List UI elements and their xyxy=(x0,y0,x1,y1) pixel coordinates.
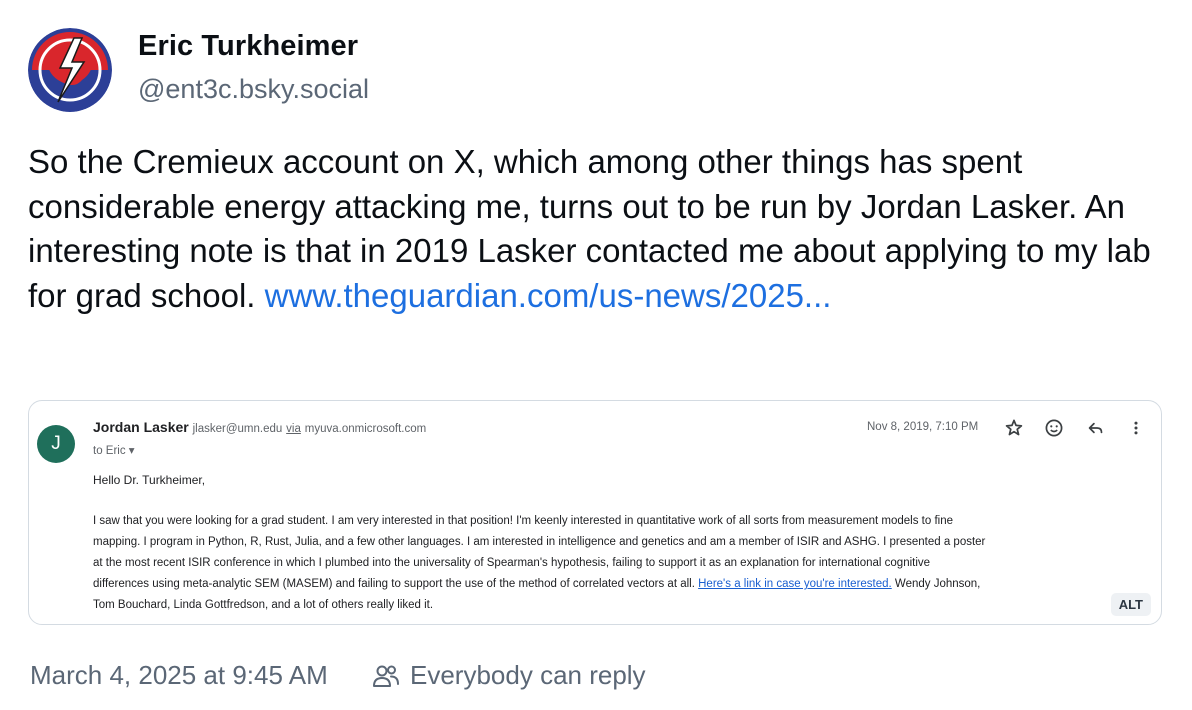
embedded-image[interactable]: J Jordan Lasker jlasker@umn.edu via myuv… xyxy=(28,400,1162,625)
email-sender-line: Jordan Lasker jlasker@umn.edu via myuva.… xyxy=(93,419,426,435)
people-icon xyxy=(373,665,399,687)
email-via-label: via xyxy=(286,423,301,435)
post-timestamp[interactable]: March 4, 2025 at 9:45 AM xyxy=(30,660,328,691)
email-body-line: Tom Bouchard, Linda Gottfredson, and a l… xyxy=(93,599,434,611)
email-body-line-text: differences using meta-analytic SEM (MAS… xyxy=(93,578,695,590)
reply-settings[interactable]: Everybody can reply xyxy=(372,660,646,691)
email-date: Nov 8, 2019, 7:10 PM xyxy=(867,421,979,433)
post-text: So the Cremieux account on X, which amon… xyxy=(28,140,1168,318)
email-body-line-tail: Wendy Johnson, xyxy=(891,578,981,590)
steal-your-face-lightning-icon xyxy=(28,28,112,112)
email-body-line: I saw that you were looking for a grad s… xyxy=(93,515,954,527)
email-sender-avatar: J xyxy=(37,425,75,463)
email-body: I saw that you were looking for a grad s… xyxy=(93,511,1153,616)
email-body-line: differences using meta-analytic SEM (MAS… xyxy=(93,574,1153,595)
author-name[interactable]: Eric Turkheimer xyxy=(138,30,358,63)
smiley-icon xyxy=(1041,415,1067,441)
email-sender-address: jlasker@umn.edu xyxy=(192,423,283,435)
alt-text-button[interactable]: ALT xyxy=(1110,593,1151,616)
more-vert-icon xyxy=(1123,415,1149,441)
email-recipient: to Eric ▾ xyxy=(93,443,135,457)
email-body-line: at the most recent ISIR conference in wh… xyxy=(93,557,931,569)
email-greeting: Hello Dr. Turkheimer, xyxy=(93,473,206,487)
email-via-domain: myuva.onmicrosoft.com xyxy=(304,423,427,435)
reply-icon xyxy=(1082,415,1108,441)
email-sender-name: Jordan Lasker xyxy=(93,419,189,435)
star-icon xyxy=(1001,415,1027,441)
email-recipient-text: to Eric xyxy=(93,445,126,457)
email-link: Here's a link in case you're interested. xyxy=(698,578,892,590)
email-body-line: mapping. I program in Python, R, Rust, J… xyxy=(93,536,986,548)
author-avatar[interactable] xyxy=(28,28,112,112)
post-link[interactable]: www.theguardian.com/us-news/2025... xyxy=(265,274,832,319)
reply-settings-label[interactable]: Everybody can reply xyxy=(410,660,646,691)
author-handle[interactable]: @ent3c.bsky.social xyxy=(138,74,369,105)
chevron-down-icon: ▾ xyxy=(128,445,135,457)
